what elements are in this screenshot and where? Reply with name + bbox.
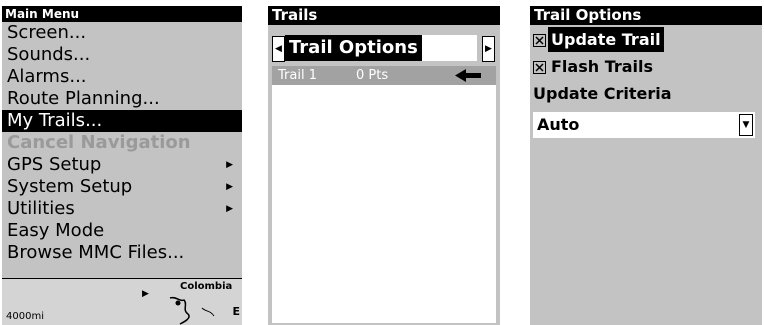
update-criteria-label: Update Criteria [533, 84, 672, 103]
trail-options-tab[interactable]: Trail Options [285, 35, 477, 61]
menu-item-label: Easy Mode [7, 220, 105, 241]
menu-item[interactable]: Alarms... [2, 66, 242, 88]
triangle-down-icon[interactable]: ▼ [739, 114, 753, 136]
update-trail-label: Update Trail [548, 27, 664, 52]
menu-item-label: Screen... [7, 22, 87, 43]
menu-item[interactable]: Screen... [2, 22, 242, 44]
triangle-right-icon: ▶ [226, 182, 233, 192]
flash-trails-checkbox[interactable]: Flash Trails [530, 54, 762, 79]
menu-item-label: GPS Setup [7, 154, 102, 175]
menu-item[interactable]: Sounds... [2, 44, 242, 66]
menu-item[interactable]: My Trails... [2, 110, 242, 132]
trails-nav-row: ◀ Trail Options ▶ [268, 33, 500, 63]
checkbox-checked-icon [533, 34, 546, 47]
arrow-left-icon [455, 69, 481, 82]
triangle-right-icon: ▶ [226, 160, 233, 170]
menu-item-label: Route Planning... [7, 88, 160, 109]
map-scale-label: 4000mi [6, 311, 44, 322]
menu-item[interactable]: GPS Setup ▶ [2, 154, 242, 176]
map-marker-icon: ▶ [142, 289, 149, 299]
triangle-left-icon[interactable]: ◀ [272, 36, 285, 62]
menu-item[interactable]: Browse MMC Files... [2, 242, 242, 264]
menu-item[interactable]: Easy Mode [2, 220, 242, 242]
trail-options-panel: Trail Options Update Trail Flash Trails … [530, 6, 762, 325]
checkbox-checked-icon [533, 61, 546, 74]
trail-points: 0 Pts [356, 68, 389, 83]
flash-trails-label: Flash Trails [551, 57, 654, 76]
menu-item-label: Utilities [7, 198, 75, 219]
triangle-right-icon[interactable]: ▶ [482, 36, 495, 62]
trails-title: Trails [268, 6, 500, 25]
map-place-label: Colombia [180, 281, 233, 292]
menu-item[interactable]: System Setup ▶ [2, 176, 242, 198]
update-trail-checkbox[interactable]: Update Trail [530, 27, 762, 52]
menu-item-label: Sounds... [7, 44, 91, 65]
map-preview[interactable]: ▶ Colombia E 4000mi [2, 278, 242, 325]
trails-panel: Trails ◀ Trail Options ▶ Trail 1 0 Pts [268, 6, 500, 325]
trail-options-title: Trail Options [530, 6, 762, 25]
trail-list: Trail 1 0 Pts [272, 66, 496, 323]
menu-item[interactable]: Utilities ▶ [2, 198, 242, 220]
menu-item[interactable]: Route Planning... [2, 88, 242, 110]
menu-item-label: Alarms... [7, 66, 87, 87]
trail-name: Trail 1 [278, 68, 317, 83]
main-menu-list: Screen... Sounds... Alarms... Route Plannin… [2, 22, 242, 264]
menu-item: Cancel Navigation [2, 132, 242, 154]
update-criteria-dropdown[interactable]: Auto ▼ [533, 112, 755, 138]
triangle-right-icon: ▶ [226, 204, 233, 214]
main-menu-panel: Main Menu Screen... Sounds... Alarms... Rou… [2, 6, 242, 325]
main-menu-title: Main Menu [2, 6, 242, 22]
menu-item-label: Cancel Navigation [7, 132, 191, 153]
trail-options-label: Trail Options [285, 35, 422, 61]
map-edge-label: E [232, 305, 240, 318]
list-item[interactable]: Trail 1 0 Pts [272, 66, 496, 85]
menu-item-label: System Setup [7, 176, 133, 197]
update-criteria-value: Auto [537, 115, 580, 134]
map-coastline-icon [169, 296, 215, 325]
menu-item-label: My Trails... [7, 110, 103, 131]
menu-item-label: Browse MMC Files... [7, 242, 185, 263]
